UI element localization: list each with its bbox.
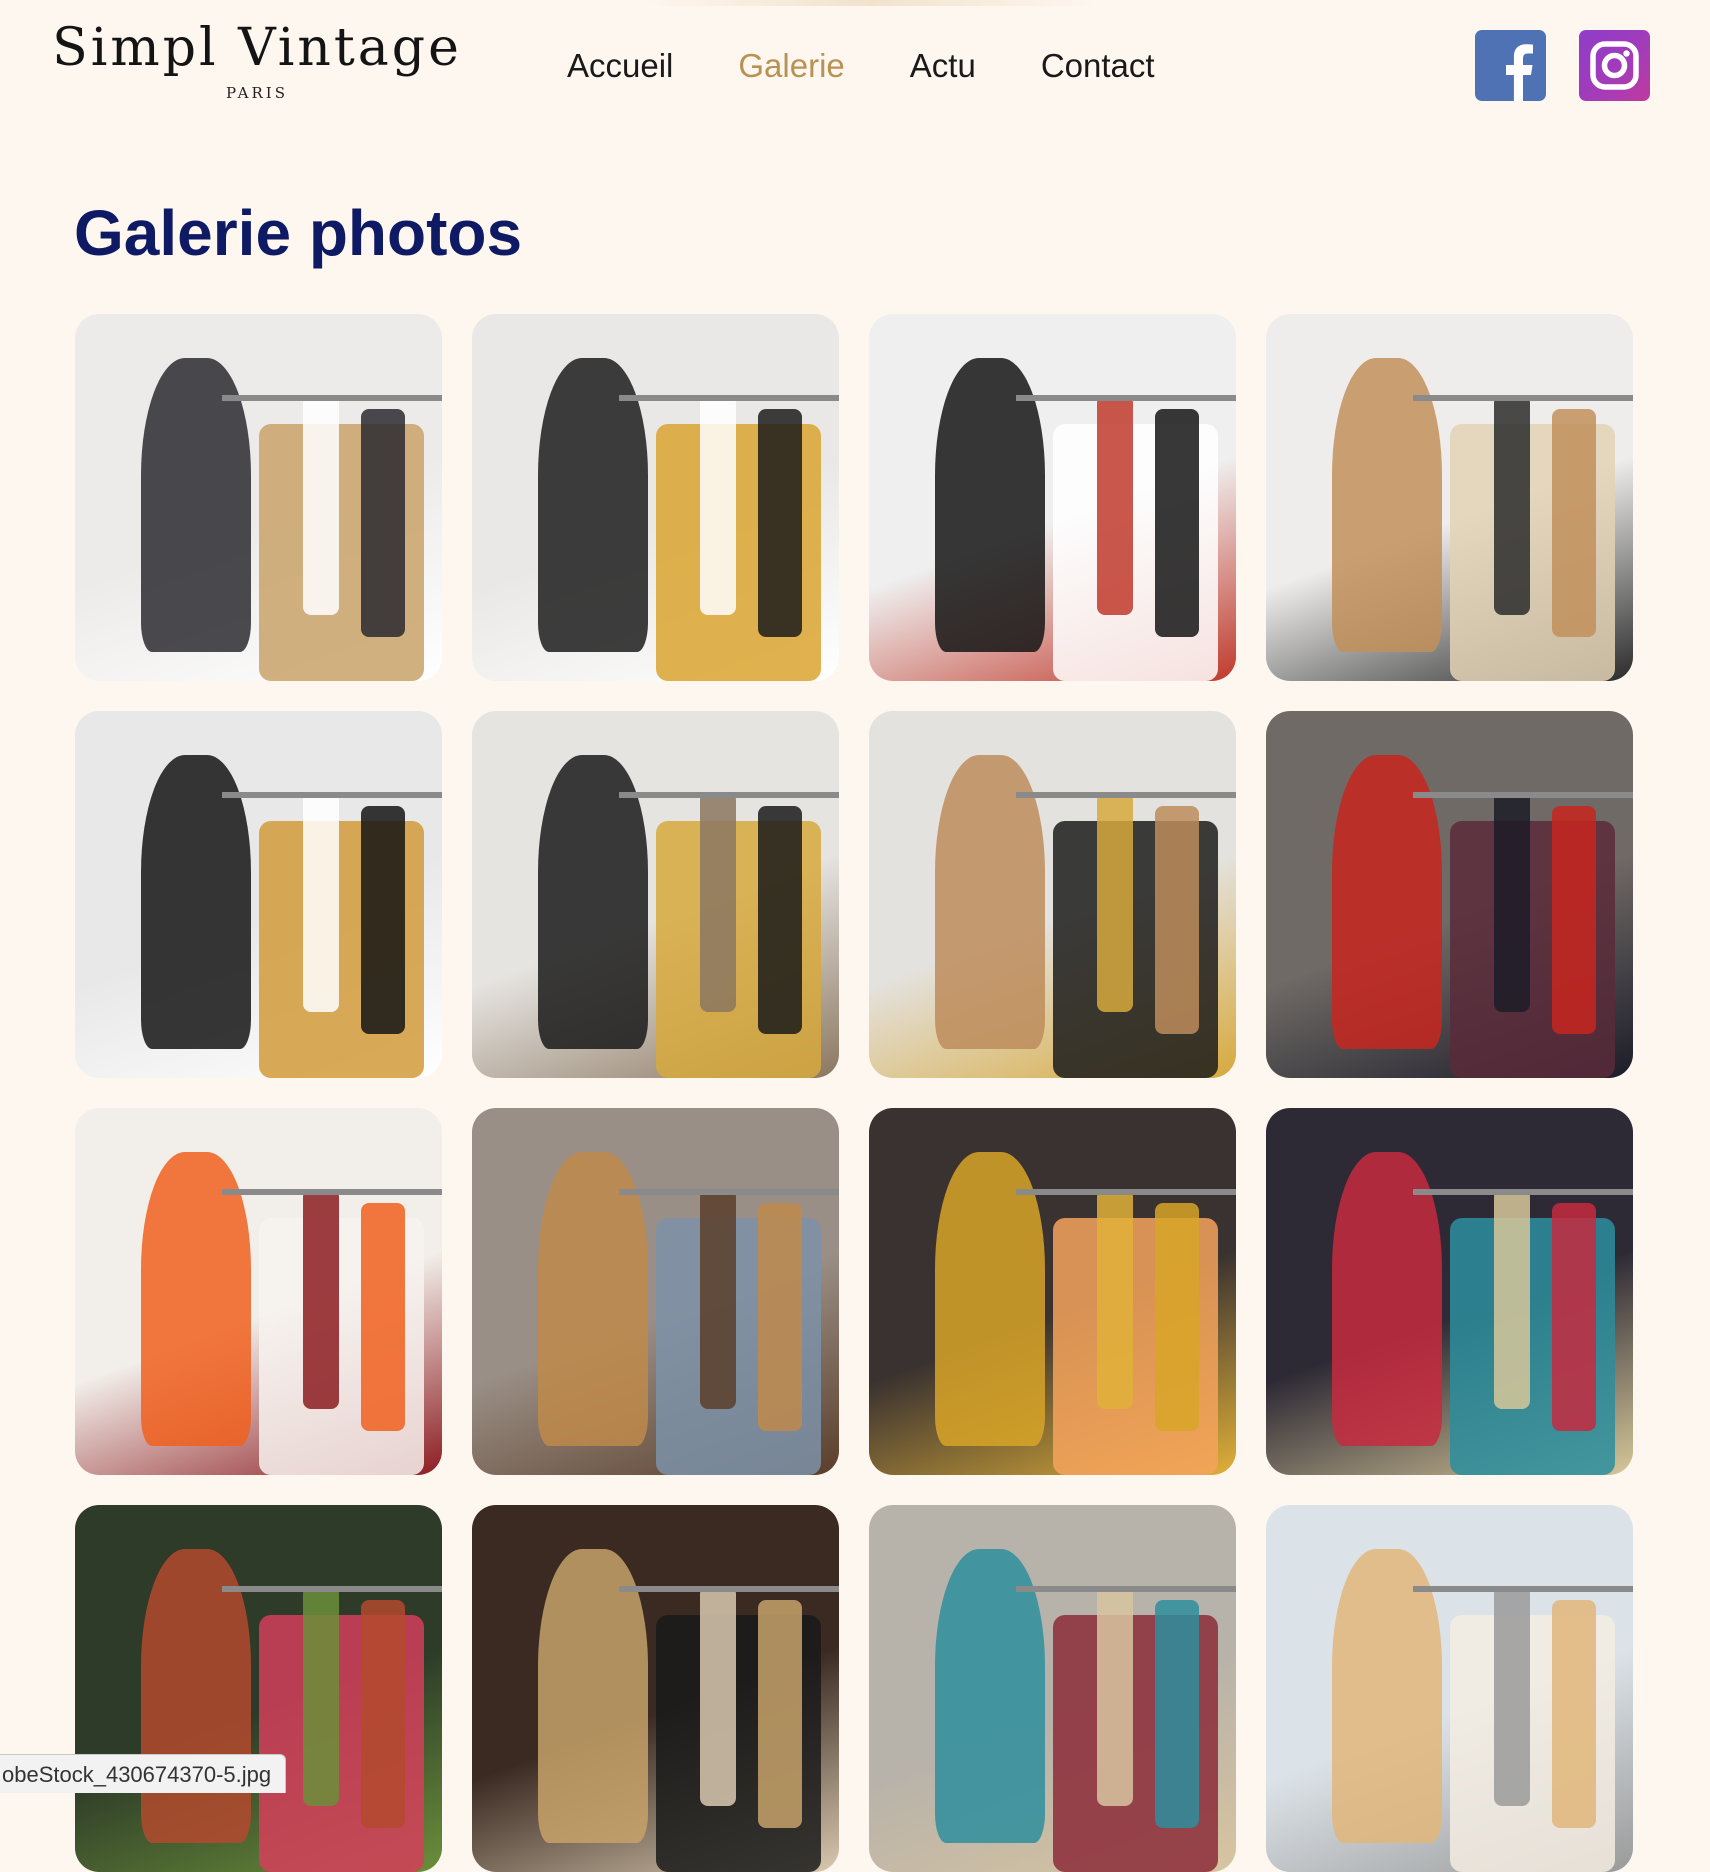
photo-detail: [1493, 394, 1531, 615]
photo-detail: [1155, 1203, 1200, 1431]
gallery-photo[interactable]: [869, 314, 1236, 681]
photo-rail: [618, 394, 839, 401]
gallery-photo[interactable]: [869, 1505, 1236, 1872]
photo-rail: [1015, 1188, 1236, 1195]
photo-detail: [1155, 409, 1200, 637]
photo-detail: [1155, 806, 1200, 1034]
photo-detail: [538, 755, 649, 1049]
photo-detail: [1332, 1152, 1443, 1446]
photo-detail: [361, 409, 406, 637]
photo-detail: [1493, 1585, 1531, 1806]
main-nav: Accueil Galerie Actu Contact: [567, 44, 1220, 88]
nav-item-accueil[interactable]: Accueil: [567, 44, 673, 88]
photo-detail: [1096, 1188, 1134, 1409]
gallery-photo[interactable]: [75, 1108, 442, 1475]
photo-detail: [1332, 358, 1443, 652]
photo-detail: [1332, 755, 1443, 1049]
gallery-photo[interactable]: [472, 711, 839, 1078]
facebook-link[interactable]: [1475, 30, 1546, 101]
photo-detail: [1155, 1600, 1200, 1828]
photo-detail: [141, 358, 252, 652]
gallery-photo[interactable]: [869, 1108, 1236, 1475]
photo-rail: [618, 791, 839, 798]
photo-detail: [538, 358, 649, 652]
site-logo[interactable]: Simpl Vintage PARIS: [52, 14, 462, 114]
photo-detail: [361, 1600, 406, 1828]
photo-rail: [1015, 394, 1236, 401]
photo-detail: [699, 1585, 737, 1806]
gallery-photo[interactable]: [1266, 314, 1633, 681]
logo-city: PARIS: [225, 84, 289, 102]
gallery-photo[interactable]: [1266, 711, 1633, 1078]
photo-detail: [758, 409, 803, 637]
photo-rail: [1412, 394, 1633, 401]
photo-detail: [141, 1152, 252, 1446]
photo-detail: [1096, 394, 1134, 615]
gallery-photo[interactable]: [75, 314, 442, 681]
gallery-photo[interactable]: [75, 711, 442, 1078]
photo-detail: [302, 1585, 340, 1806]
photo-detail: [699, 394, 737, 615]
gallery-photo[interactable]: [472, 1108, 839, 1475]
photo-detail: [935, 1152, 1046, 1446]
photo-rail: [221, 1585, 442, 1592]
site-header: Simpl Vintage PARIS Accueil Galerie Actu…: [0, 0, 1710, 140]
instagram-link[interactable]: [1579, 30, 1650, 101]
nav-item-contact[interactable]: Contact: [1041, 44, 1155, 88]
photo-rail: [1412, 791, 1633, 798]
facebook-icon: [1506, 44, 1533, 101]
photo-detail: [302, 1188, 340, 1409]
gallery-photo[interactable]: [75, 1505, 442, 1872]
photo-rail: [221, 1188, 442, 1195]
gallery-photo[interactable]: [472, 314, 839, 681]
photo-rail: [221, 394, 442, 401]
photo-detail: [1493, 791, 1531, 1012]
photo-rail: [618, 1188, 839, 1195]
photo-detail: [935, 755, 1046, 1049]
photo-detail: [1332, 1549, 1443, 1843]
photo-detail: [1552, 1203, 1597, 1431]
gallery-photo[interactable]: [472, 1505, 839, 1872]
photo-detail: [538, 1549, 649, 1843]
photo-detail: [935, 1549, 1046, 1843]
photo-detail: [699, 1188, 737, 1409]
logo-name: Simpl Vintage: [52, 18, 462, 78]
header-glow: [640, 0, 1100, 6]
photo-detail: [141, 1549, 252, 1843]
photo-rail: [1412, 1585, 1633, 1592]
gallery-photo[interactable]: [1266, 1505, 1633, 1872]
gallery-photo[interactable]: [869, 711, 1236, 1078]
photo-detail: [538, 1152, 649, 1446]
photo-detail: [699, 791, 737, 1012]
photo-detail: [1493, 1188, 1531, 1409]
status-bar-tooltip: obeStock_430674370-5.jpg: [0, 1754, 287, 1793]
photo-detail: [141, 755, 252, 1049]
photo-rail: [221, 791, 442, 798]
photo-detail: [758, 806, 803, 1034]
photo-detail: [1096, 1585, 1134, 1806]
photo-detail: [1552, 1600, 1597, 1828]
photo-detail: [302, 394, 340, 615]
photo-detail: [758, 1600, 803, 1828]
gallery-photo[interactable]: [1266, 1108, 1633, 1475]
photo-detail: [758, 1203, 803, 1431]
photo-detail: [302, 791, 340, 1012]
photo-detail: [361, 806, 406, 1034]
photo-detail: [361, 1203, 406, 1431]
photo-rail: [1412, 1188, 1633, 1195]
photo-detail: [1552, 409, 1597, 637]
photo-rail: [618, 1585, 839, 1592]
photo-detail: [935, 358, 1046, 652]
photo-rail: [1015, 1585, 1236, 1592]
photo-detail: [1552, 806, 1597, 1034]
nav-item-actu[interactable]: Actu: [910, 44, 976, 88]
nav-item-galerie[interactable]: Galerie: [738, 44, 844, 88]
instagram-icon: [1590, 41, 1639, 90]
photo-detail: [1096, 791, 1134, 1012]
page-title: Galerie photos: [74, 197, 523, 269]
photo-rail: [1015, 791, 1236, 798]
